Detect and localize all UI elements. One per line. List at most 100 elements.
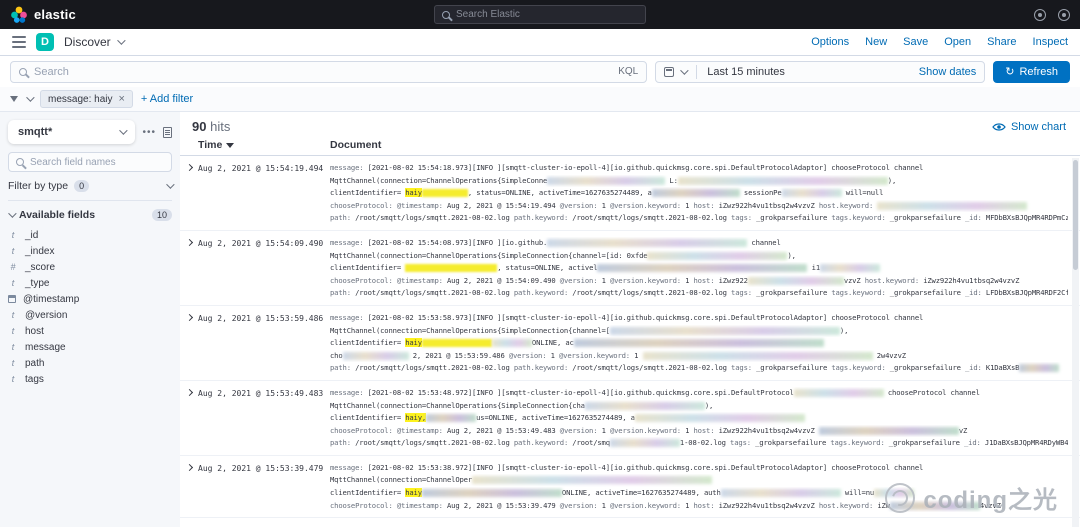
- deployment-icon[interactable]: [1034, 8, 1046, 21]
- close-icon[interactable]: ×: [118, 93, 124, 105]
- doc-field-value: clientIdentifier=: [330, 263, 406, 273]
- show-dates-link[interactable]: Show dates: [919, 66, 976, 78]
- redacted-blur: [781, 189, 842, 198]
- redacted-blur: [677, 176, 888, 185]
- field-search-input[interactable]: Search field names: [8, 152, 172, 172]
- new-link[interactable]: New: [865, 36, 887, 48]
- time-column-header[interactable]: Time: [198, 139, 330, 151]
- redacted-blur: [597, 264, 808, 273]
- inspect-link[interactable]: Inspect: [1033, 36, 1068, 48]
- doc-field-value: ),: [887, 175, 897, 185]
- elastic-logo[interactable]: elastic: [10, 6, 76, 24]
- expand-row-icon[interactable]: [180, 162, 198, 225]
- chevron-down-icon: [8, 209, 17, 218]
- save-link[interactable]: Save: [903, 36, 928, 48]
- table-row[interactable]: Aug 2, 2021 @ 15:53:59.486 message: [2021…: [180, 306, 1080, 381]
- redacted-blur: [609, 439, 680, 448]
- discover-app-icon[interactable]: D: [36, 33, 54, 51]
- options-link[interactable]: Options: [811, 36, 849, 48]
- filter-by-type-dropdown[interactable]: Filter by type 0: [8, 180, 175, 201]
- ellipsis-icon[interactable]: •••: [142, 127, 156, 138]
- doc-field-value: 1: [597, 425, 610, 435]
- field-item-host[interactable]: t host: [8, 323, 172, 339]
- row-document: message: [2021-08-02 15:53:48.972][INFO …: [330, 387, 1080, 450]
- table-row[interactable]: Aug 2, 2021 @ 15:54:09.490 message: [2021…: [180, 231, 1080, 306]
- filter-pill[interactable]: message: haiy ×: [40, 90, 133, 108]
- edit-index-icon[interactable]: [163, 126, 172, 138]
- field-item-_id[interactable]: t _id: [8, 227, 172, 243]
- doc-field-value: 1: [597, 500, 610, 510]
- expand-row-icon[interactable]: [180, 312, 198, 375]
- field-item-@timestamp[interactable]: @timestamp: [8, 291, 172, 307]
- field-item-@version[interactable]: t @version: [8, 307, 172, 323]
- redacted-blur: [877, 201, 1028, 210]
- field-name: message: [25, 341, 66, 353]
- date-picker[interactable]: Last 15 minutes Show dates: [655, 60, 986, 83]
- field-item-_index[interactable]: t _index: [8, 243, 172, 259]
- doc-field-value: _grokparsefailure: [885, 288, 965, 298]
- show-chart-link[interactable]: Show chart: [992, 121, 1066, 133]
- available-fields-header[interactable]: Available fields 10: [8, 209, 172, 221]
- redacted-highlight: [421, 189, 468, 198]
- open-link[interactable]: Open: [944, 36, 971, 48]
- expand-row-icon[interactable]: [180, 387, 198, 450]
- field-item-tags[interactable]: t tags: [8, 371, 172, 387]
- chevron-down-icon[interactable]: [26, 93, 35, 102]
- field-item-_score[interactable]: # _score: [8, 259, 172, 275]
- field-type-icon: t: [11, 358, 15, 368]
- doc-field-name: tags.keyword:: [831, 213, 886, 223]
- scrollbar[interactable]: [1072, 158, 1079, 527]
- time-range-value[interactable]: Last 15 minutes: [707, 66, 785, 78]
- expand-row-icon[interactable]: [180, 237, 198, 300]
- doc-field-value: _grokparsefailure: [885, 363, 965, 373]
- refresh-button[interactable]: ↻ Refresh: [993, 60, 1070, 83]
- app-navbar: D Discover Options New Save Open Share I…: [0, 29, 1080, 56]
- doc-field-value: 1: [546, 350, 559, 360]
- doc-field-name: tags.keyword:: [831, 288, 886, 298]
- doc-field-name: chooseProtocol:: [330, 275, 393, 285]
- refresh-icon: ↻: [1005, 66, 1015, 78]
- doc-field-name: path:: [330, 363, 351, 373]
- doc-field-value: vzvZ: [843, 275, 865, 285]
- query-language-toggle[interactable]: KQL: [618, 66, 638, 77]
- brand-name: elastic: [34, 7, 76, 22]
- doc-field-value: channel: [747, 237, 781, 247]
- table-row[interactable]: Aug 2, 2021 @ 15:54:19.494 message: [2021…: [180, 156, 1080, 231]
- table-row[interactable]: Aug 2, 2021 @ 15:53:49.483 message: [2021…: [180, 381, 1080, 456]
- doc-field-name: host:: [693, 200, 715, 210]
- doc-field-value: will=null: [841, 188, 884, 198]
- hits-count: 90 hits: [192, 119, 231, 134]
- calendar-icon: [664, 66, 675, 77]
- global-search-input[interactable]: Search Elastic: [434, 5, 646, 24]
- doc-field-value: MqttChannel(connection=ChannelOper: [330, 475, 473, 485]
- index-pattern-label: smqtt*: [18, 126, 53, 138]
- add-filter-link[interactable]: + Add filter: [141, 93, 193, 105]
- menu-icon[interactable]: [12, 36, 26, 48]
- doc-field-name: _id:: [965, 288, 982, 298]
- query-input[interactable]: Search KQL: [10, 60, 648, 83]
- redacted-blur: [421, 489, 562, 498]
- table-row[interactable]: Aug 2, 2021 @ 15:53:39.479 message: [2021…: [180, 456, 1080, 519]
- filter-icon[interactable]: [10, 96, 18, 102]
- breadcrumb-label: Discover: [64, 35, 111, 49]
- doc-field-name: chooseProtocol:: [330, 500, 393, 510]
- breadcrumb[interactable]: Discover: [64, 35, 126, 49]
- content: smqtt* ••• Search field names Filter by …: [0, 112, 1080, 527]
- expand-row-icon[interactable]: [180, 462, 198, 512]
- field-item-path[interactable]: t path: [8, 355, 172, 371]
- doc-field-value: Aug 2, 2021 @ 15:53:39.479: [442, 500, 560, 510]
- index-pattern-selector[interactable]: smqtt*: [8, 120, 136, 144]
- search-highlight: haiy: [405, 188, 422, 198]
- share-link[interactable]: Share: [987, 36, 1016, 48]
- fields-sidebar: smqtt* ••• Search field names Filter by …: [0, 112, 180, 527]
- row-timestamp: Aug 2, 2021 @ 15:54:19.494: [198, 164, 324, 173]
- alerts-icon[interactable]: [1058, 8, 1070, 21]
- redacted-blur: [651, 189, 740, 198]
- field-item-message[interactable]: t message: [8, 339, 172, 355]
- filter-pill-label: message: haiy: [48, 93, 113, 105]
- field-item-_type[interactable]: t _type: [8, 275, 172, 291]
- show-chart-label: Show chart: [1010, 120, 1066, 133]
- doc-field-name: _id:: [965, 363, 982, 373]
- doc-field-value: clientIdentifier=: [330, 338, 406, 348]
- scrollbar-thumb[interactable]: [1073, 160, 1078, 270]
